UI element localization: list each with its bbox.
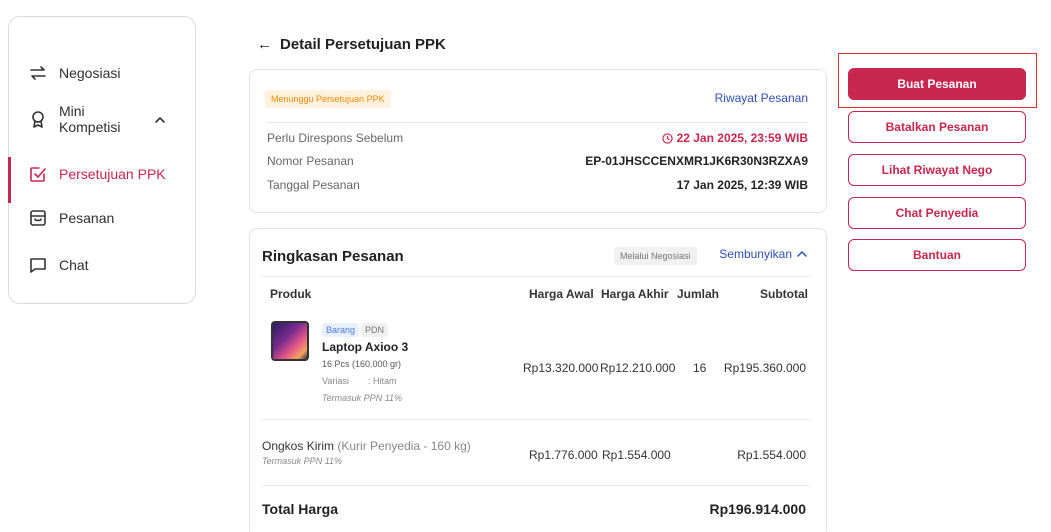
clock-icon (661, 132, 673, 144)
column-header-harga-awal: Harga Awal (529, 287, 594, 301)
sidebar: Negosiasi Mini Kompetisi Persetujuan PPK… (8, 16, 196, 304)
divider (262, 485, 810, 486)
award-ribbon-icon (27, 108, 49, 130)
sidebar-item-label: Persetujuan PPK (59, 166, 166, 182)
divider (262, 419, 810, 420)
status-badge: Menunggu Persetujuan PPK (265, 90, 391, 108)
swap-arrows-icon (27, 62, 49, 84)
product-tax-note: Termasuk PPN 11% (322, 393, 403, 403)
sidebar-item-persetujuan-ppk[interactable]: Persetujuan PPK (8, 157, 195, 203)
cancel-order-button[interactable]: Batalkan Pesanan (848, 111, 1026, 143)
hide-summary-link[interactable]: Sembunyikan (719, 247, 808, 261)
product-subtotal: Rp195.360.000 (723, 361, 806, 375)
via-negotiation-badge: Melalui Negosiasi (614, 247, 697, 265)
product-origin-tag: PDN (361, 323, 389, 337)
order-date-label: Tanggal Pesanan (267, 178, 360, 192)
help-button[interactable]: Bantuan (848, 239, 1026, 271)
divider (267, 122, 808, 123)
sidebar-item-label: Negosiasi (59, 65, 121, 81)
column-header-subtotal: Subtotal (760, 287, 808, 301)
order-number-row: Nomor Pesanan EP-01JHSCCENXMR1JK6R30N3RZ… (267, 154, 808, 168)
shipping-price-initial: Rp1.776.000 (529, 448, 598, 462)
order-history-link[interactable]: Riwayat Pesanan (715, 91, 808, 105)
variation-value: : Hitam (368, 376, 397, 386)
inbox-box-icon (27, 207, 49, 229)
active-indicator (8, 157, 11, 203)
product-price-final: Rp12.210.000 (600, 361, 676, 375)
sidebar-item-label: Pesanan (59, 210, 115, 226)
total-label: Total Harga (262, 501, 338, 517)
page-title-text: Detail Persetujuan PPK (280, 36, 446, 53)
back-arrow-icon[interactable]: ← (257, 36, 272, 53)
sidebar-item-label: Mini Kompetisi (59, 103, 121, 135)
summary-title: Ringkasan Pesanan (262, 248, 404, 265)
product-thumbnail[interactable] (271, 321, 309, 361)
checkbox-edit-icon (27, 163, 49, 185)
shipping-subtotal: Rp1.554.000 (737, 448, 806, 462)
order-number-value: EP-01JHSCCENXMR1JK6R30N3RZXA9 (585, 154, 808, 168)
sidebar-item-negosiasi[interactable]: Negosiasi (9, 62, 195, 84)
sidebar-item-chat[interactable]: Chat (9, 254, 195, 276)
chat-provider-button[interactable]: Chat Penyedia (848, 197, 1026, 229)
chat-bubble-icon (27, 254, 49, 276)
column-header-harga-akhir: Harga Akhir (601, 287, 669, 301)
respond-deadline-value: 22 Jan 2025, 23:59 WIB (661, 131, 808, 145)
chevron-up-icon (797, 250, 807, 257)
sidebar-item-pesanan[interactable]: Pesanan (9, 207, 195, 229)
respond-deadline-row: Perlu Direspons Sebelum 22 Jan 2025, 23:… (267, 131, 808, 145)
shipping-detail: (Kurir Penyedia - 160 kg) (337, 439, 471, 453)
order-summary-card: Ringkasan Pesanan Melalui Negosiasi Semb… (249, 228, 827, 532)
variation-label: Variasi (322, 376, 349, 386)
shipping-tax-note: Termasuk PPN 11% (262, 456, 343, 466)
sidebar-item-mini-kompetisi[interactable]: Mini Kompetisi (9, 103, 195, 135)
shipping-price-final: Rp1.554.000 (602, 448, 671, 462)
product-price-initial: Rp13.320.000 (523, 361, 599, 375)
respond-deadline-label: Perlu Direspons Sebelum (267, 131, 404, 145)
shipping-label: Ongkos Kirim (262, 439, 335, 453)
order-date-value: 17 Jan 2025, 12:39 WIB (676, 178, 808, 192)
column-header-produk: Produk (270, 287, 312, 301)
chevron-up-icon[interactable] (153, 113, 167, 127)
product-name[interactable]: Laptop Axioo 3 (322, 340, 408, 354)
sidebar-item-label: Chat (59, 257, 89, 273)
order-info-card: Menunggu Persetujuan PPK Riwayat Pesanan… (249, 69, 827, 213)
product-quantity: 16 (693, 361, 707, 375)
product-type-tag: Barang (322, 323, 360, 337)
total-value: Rp196.914.000 (709, 501, 806, 517)
product-qty-weight: 16 Pcs (160.000 gr) (322, 359, 402, 369)
view-nego-history-button[interactable]: Lihat Riwayat Nego (848, 154, 1026, 186)
column-header-jumlah: Jumlah (677, 287, 720, 301)
order-date-row: Tanggal Pesanan 17 Jan 2025, 12:39 WIB (267, 178, 808, 192)
create-order-button[interactable]: Buat Pesanan (848, 68, 1026, 100)
page-title: ← Detail Persetujuan PPK (257, 36, 446, 53)
shipping-label-group: Ongkos Kirim (Kurir Penyedia - 160 kg) (262, 439, 471, 453)
order-number-label: Nomor Pesanan (267, 154, 354, 168)
divider (262, 276, 810, 277)
